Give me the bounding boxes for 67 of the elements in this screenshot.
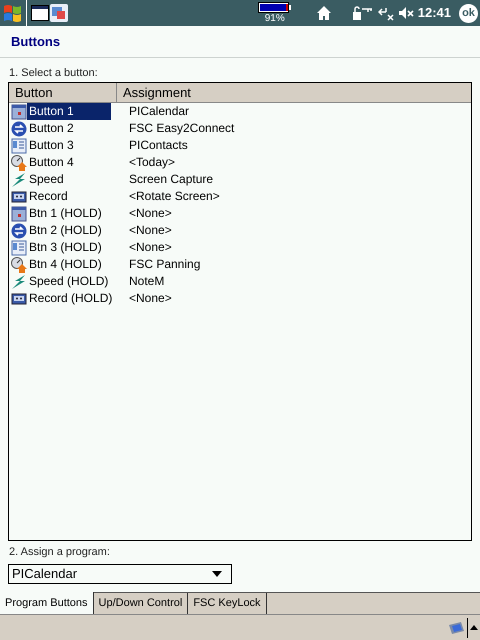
home-icon[interactable] <box>316 5 332 21</box>
assignment: <None> <box>129 239 172 256</box>
assignment: <Rotate Screen> <box>129 188 220 205</box>
dropdown-arrow-icon <box>212 571 222 577</box>
column-header[interactable]: Button <box>9 83 117 102</box>
button-name: Record <box>28 188 69 205</box>
caret-up-icon[interactable] <box>470 625 478 630</box>
assignment: FSC Panning <box>129 256 200 273</box>
button-name: Btn 4 (HOLD) <box>28 256 103 273</box>
ok-button[interactable]: ok <box>459 4 478 22</box>
button-name: Record (HOLD) <box>28 290 114 307</box>
button-name: Button 4 <box>28 154 75 171</box>
list-row[interactable]: Record <Rotate Screen> <box>9 188 471 205</box>
lightning-icon <box>11 172 27 188</box>
assignment: <None> <box>129 290 172 307</box>
keyboard-icon[interactable] <box>447 620 465 636</box>
column-header[interactable]: Assignment <box>117 83 197 102</box>
contact-card-icon <box>11 138 27 154</box>
section-label: 1. Select a button: <box>9 66 99 80</box>
recorder-icon <box>11 188 27 204</box>
page-title: Buttons <box>11 32 60 51</box>
contact-card-icon <box>11 240 27 256</box>
assignment: FSC Easy2Connect <box>129 120 234 137</box>
list-row[interactable]: Btn 2 (HOLD) <None> <box>9 222 471 239</box>
list-row[interactable]: Speed (HOLD) NoteM <box>9 273 471 290</box>
arrows-circle-icon <box>11 120 27 136</box>
button-name: Button 2 <box>28 120 75 137</box>
list-row[interactable]: Button 4 <Today> <box>9 154 471 171</box>
tab[interactable]: Program Buttons <box>0 592 94 614</box>
list-row[interactable]: Btn 3 (HOLD) <None> <box>9 239 471 256</box>
section-label: 2. Assign a program: <box>9 545 111 559</box>
button-name: Btn 3 (HOLD) <box>28 239 103 256</box>
button-name: Button 3 <box>28 137 75 154</box>
battery-icon <box>258 2 292 12</box>
battery-percent: 91% <box>264 12 285 24</box>
assignment: <Today> <box>129 154 176 171</box>
assignment: NoteM <box>129 273 164 290</box>
list-row[interactable]: Btn 1 (HOLD) <None> <box>9 205 471 222</box>
clock[interactable]: 12:41 <box>418 3 451 23</box>
speaker-muted-icon[interactable] <box>398 5 414 21</box>
program-dropdown[interactable]: PICalendar <box>8 564 232 584</box>
list-row[interactable]: Btn 4 (HOLD) FSC Panning <box>9 256 471 273</box>
button-name: Btn 2 (HOLD) <box>28 222 103 239</box>
assignment: Screen Capture <box>129 171 214 188</box>
button-name: Btn 1 (HOLD) <box>28 205 103 222</box>
calendar-icon <box>11 206 27 222</box>
list-row[interactable]: Button 1 PICalendar <box>9 103 471 120</box>
button-name: Speed <box>28 171 65 188</box>
assignment: <None> <box>129 205 172 222</box>
windows-flag-icon[interactable] <box>2 2 24 24</box>
list-row[interactable]: Button 2 FSC Easy2Connect <box>9 120 471 137</box>
gauge-house-icon <box>11 154 27 170</box>
assignment: PIContacts <box>129 137 188 154</box>
button-name: Speed (HOLD) <box>28 273 110 290</box>
calendar-icon <box>11 104 27 120</box>
list-row[interactable]: Record (HOLD) <None> <box>9 290 471 307</box>
recorder-icon <box>11 290 27 306</box>
window-icon[interactable] <box>31 5 49 21</box>
gauge-house-icon <box>11 256 27 272</box>
button-name: Button 1 <box>27 103 111 120</box>
list-row[interactable]: Button 3 PIContacts <box>9 137 471 154</box>
arrows-circle-icon <box>11 222 27 238</box>
list-row[interactable]: Speed Screen Capture <box>9 171 471 188</box>
lock-key-icon[interactable] <box>352 5 374 21</box>
assignment: PICalendar <box>129 103 190 120</box>
lightning-icon <box>11 274 27 290</box>
assignment: <None> <box>129 222 172 239</box>
